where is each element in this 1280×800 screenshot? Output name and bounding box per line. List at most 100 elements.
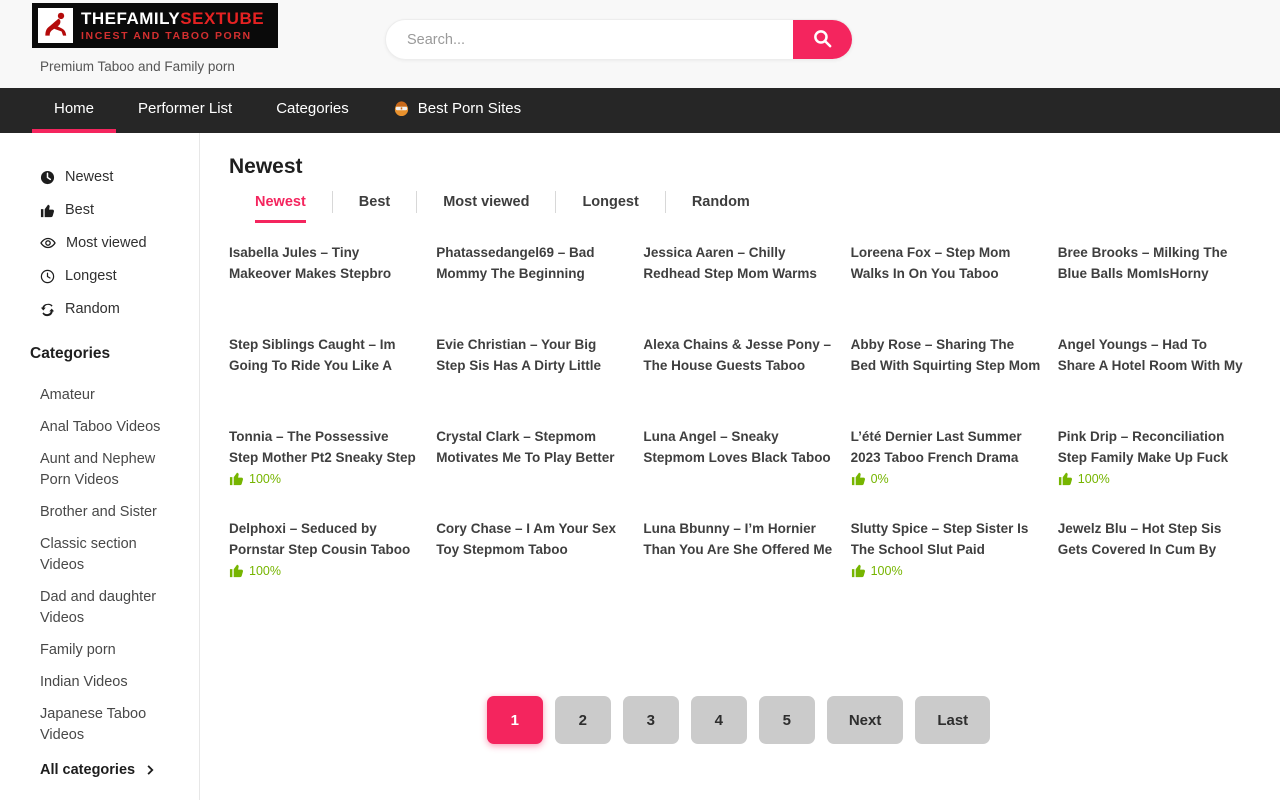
sort-icon — [40, 203, 55, 218]
sort-tab[interactable]: Longest — [555, 191, 664, 213]
sidebar-sort-item[interactable]: Random — [40, 301, 181, 317]
category-link[interactable]: Japanese Taboo Videos — [40, 704, 181, 746]
video-rating — [436, 471, 626, 491]
sort-tab-label: Longest — [582, 194, 638, 210]
pagination-button[interactable]: Next — [827, 696, 904, 744]
video-title[interactable]: Slutty Spice – Step Sister Is The School… — [851, 519, 1041, 560]
video-rating — [643, 379, 833, 399]
search-button[interactable] — [793, 20, 852, 59]
category-link[interactable]: Amateur — [40, 385, 181, 406]
video-card[interactable]: Jessica Aaren – Chilly Redhead Step Mom … — [643, 243, 833, 307]
search-icon — [812, 28, 833, 52]
video-rating — [1058, 287, 1248, 307]
video-title[interactable]: Jewelz Blu – Hot Step Sis Gets Covered I… — [1058, 519, 1248, 560]
video-title[interactable]: Delphoxi – Seduced by Pornstar Step Cous… — [229, 519, 419, 560]
video-card[interactable]: Loreena Fox – Step Mom Walks In On You T… — [851, 243, 1041, 307]
category-link[interactable]: Dad and daughter Videos — [40, 587, 181, 629]
video-title[interactable]: Loreena Fox – Step Mom Walks In On You T… — [851, 243, 1041, 284]
sidebar-sort-item[interactable]: Most viewed — [40, 235, 181, 251]
video-title[interactable]: Evie Christian – Your Big Step Sis Has A… — [436, 335, 626, 376]
video-card[interactable]: Pink Drip – Reconciliation Step Family M… — [1058, 427, 1248, 491]
pagination-button[interactable]: 4 — [691, 696, 747, 744]
video-rating — [851, 287, 1041, 307]
logo-text: THEFAMILYSEXTUBE INCEST AND TABOO PORN — [81, 10, 264, 42]
rating-value: 100% — [249, 564, 281, 578]
sort-tab[interactable]: Best — [332, 191, 416, 213]
video-title[interactable]: Angel Youngs – Had To Share A Hotel Room… — [1058, 335, 1248, 376]
video-title[interactable]: Crystal Clark – Stepmom Motivates Me To … — [436, 427, 626, 468]
video-card[interactable]: Evie Christian – Your Big Step Sis Has A… — [436, 335, 626, 399]
sort-icon — [40, 235, 56, 251]
video-title[interactable]: Luna Bbunny – I’m Hornier Than You Are S… — [643, 519, 833, 560]
nav-item-label: Home — [54, 100, 94, 117]
video-card[interactable]: L’été Dernier Last Summer 2023 Taboo Fre… — [851, 427, 1041, 491]
video-title[interactable]: Isabella Jules – Tiny Makeover Makes Ste… — [229, 243, 419, 284]
nav-item[interactable]: Categories — [254, 88, 371, 133]
video-title[interactable]: Alexa Chains & Jesse Pony – The House Gu… — [643, 335, 833, 376]
pagination-button[interactable]: 2 — [555, 696, 611, 744]
sort-tab[interactable]: Newest — [229, 191, 332, 223]
video-card[interactable]: Isabella Jules – Tiny Makeover Makes Ste… — [229, 243, 419, 307]
video-title[interactable]: Jessica Aaren – Chilly Redhead Step Mom … — [643, 243, 833, 284]
video-rating: 100% — [851, 563, 1041, 583]
video-card[interactable]: Crystal Clark – Stepmom Motivates Me To … — [436, 427, 626, 491]
video-title[interactable]: Pink Drip – Reconciliation Step Family M… — [1058, 427, 1248, 468]
category-link[interactable]: Classic section Videos — [40, 534, 181, 576]
video-title[interactable]: Luna Angel – Sneaky Stepmom Loves Black … — [643, 427, 833, 468]
video-title[interactable]: Tonnia – The Possessive Step Mother Pt2 … — [229, 427, 419, 468]
sort-tab[interactable]: Most viewed — [416, 191, 555, 213]
site-tagline: Premium Taboo and Family porn — [40, 59, 235, 74]
search-input[interactable] — [386, 20, 793, 59]
categories-heading: Categories — [30, 345, 181, 363]
video-card[interactable]: Luna Bbunny – I’m Hornier Than You Are S… — [643, 519, 833, 583]
nav-item[interactable]: Home — [32, 88, 116, 133]
rating-value: 100% — [1078, 472, 1110, 486]
category-link[interactable]: Family porn — [40, 640, 181, 661]
video-title[interactable]: Cory Chase – I Am Your Sex Toy Stepmom T… — [436, 519, 626, 560]
video-card[interactable]: Abby Rose – Sharing The Bed With Squirti… — [851, 335, 1041, 399]
sort-tab[interactable]: Random — [665, 191, 776, 213]
video-card[interactable]: Cory Chase – I Am Your Sex Toy Stepmom T… — [436, 519, 626, 583]
sort-tab-label: Best — [359, 194, 390, 210]
pagination-button[interactable]: 1 — [487, 696, 543, 744]
video-rating — [436, 563, 626, 583]
nav-item[interactable]: Best Porn Sites — [371, 88, 543, 133]
nav-item[interactable]: Performer List — [116, 88, 254, 133]
pagination-button[interactable]: 3 — [623, 696, 679, 744]
video-card[interactable]: Step Siblings Caught – Im Going To Ride … — [229, 335, 419, 399]
sidebar-sort-item[interactable]: Newest — [40, 169, 181, 185]
sort-tabs: Newest Best Most viewed Longest Random — [229, 191, 1248, 223]
category-link[interactable]: Indian Videos — [40, 672, 181, 693]
video-title[interactable]: Phatassedangel69 – Bad Mommy The Beginni… — [436, 243, 626, 284]
pagination-button[interactable]: Last — [915, 696, 990, 744]
video-card[interactable]: Jewelz Blu – Hot Step Sis Gets Covered I… — [1058, 519, 1248, 583]
pagination-button[interactable]: 5 — [759, 696, 815, 744]
category-link[interactable]: Aunt and Nephew Porn Videos — [40, 449, 181, 491]
video-card[interactable]: Alexa Chains & Jesse Pony – The House Gu… — [643, 335, 833, 399]
thumbs-up-icon — [1058, 471, 1073, 486]
site-header: THEFAMILYSEXTUBE INCEST AND TABOO PORN P… — [0, 0, 1280, 88]
video-card[interactable]: Luna Angel – Sneaky Stepmom Loves Black … — [643, 427, 833, 491]
video-title[interactable]: Step Siblings Caught – Im Going To Ride … — [229, 335, 419, 376]
sidebar-sort-item[interactable]: Longest — [40, 268, 181, 284]
sort-icon — [40, 302, 55, 317]
video-card[interactable]: Angel Youngs – Had To Share A Hotel Room… — [1058, 335, 1248, 399]
all-categories-link[interactable]: All categories — [40, 762, 181, 778]
site-logo[interactable]: THEFAMILYSEXTUBE INCEST AND TABOO PORN — [32, 3, 278, 48]
video-title[interactable]: L’été Dernier Last Summer 2023 Taboo Fre… — [851, 427, 1041, 468]
video-card[interactable]: Bree Brooks – Milking The Blue Balls Mom… — [1058, 243, 1248, 307]
video-rating: 100% — [229, 563, 419, 583]
video-card[interactable]: Slutty Spice – Step Sister Is The School… — [851, 519, 1041, 583]
category-link[interactable]: Brother and Sister — [40, 502, 181, 523]
video-card[interactable]: Phatassedangel69 – Bad Mommy The Beginni… — [436, 243, 626, 307]
category-link[interactable]: Anal Taboo Videos — [40, 417, 181, 438]
video-card[interactable]: Delphoxi – Seduced by Pornstar Step Cous… — [229, 519, 419, 583]
video-rating — [643, 563, 833, 583]
sidebar-sort-label: Newest — [65, 169, 113, 185]
video-card[interactable]: Tonnia – The Possessive Step Mother Pt2 … — [229, 427, 419, 491]
video-title[interactable]: Bree Brooks – Milking The Blue Balls Mom… — [1058, 243, 1248, 284]
nav-item-label: Categories — [276, 100, 349, 117]
video-title[interactable]: Abby Rose – Sharing The Bed With Squirti… — [851, 335, 1041, 376]
sidebar-sort-item[interactable]: Best — [40, 202, 181, 218]
page-title: Newest — [229, 155, 1248, 179]
